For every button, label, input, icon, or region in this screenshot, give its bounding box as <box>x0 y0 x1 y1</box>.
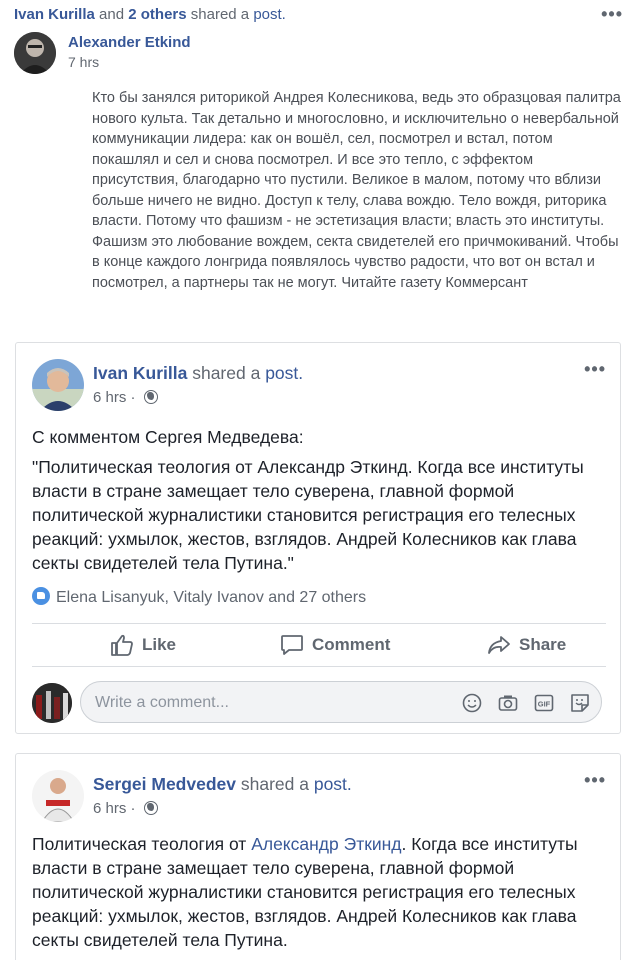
post-quote-text: "Политическая теология от Александр Этки… <box>32 457 584 573</box>
verb-text: shared a <box>192 363 261 383</box>
card-header: Ivan Kurilla shared a post. 6 hrs · ••• <box>32 359 608 411</box>
author-name-link[interactable]: Sergei Medvedev <box>93 774 236 794</box>
post-link[interactable]: post. <box>253 6 286 23</box>
comment-label: Comment <box>312 635 391 654</box>
emoji-icon[interactable] <box>461 692 483 714</box>
post-timestamp[interactable]: 7 hrs <box>68 54 99 70</box>
more-options-icon[interactable]: ••• <box>584 359 606 380</box>
post-intro-text: С комментом Сергея Медведева: <box>32 427 304 447</box>
verb-text: shared a <box>240 774 309 794</box>
comment-bubble-icon <box>281 635 303 655</box>
comment-input[interactable] <box>95 692 455 714</box>
like-reaction-icon <box>32 587 50 605</box>
reactions-text: Elena Lisanyuk, Vitaly Ivanov and 27 oth… <box>56 589 367 606</box>
comment-input-wrapper: GIF <box>80 681 602 723</box>
sticker-icon[interactable] <box>569 692 591 714</box>
outer-post-text: Кто бы занялся риторикой Андрея Колесник… <box>92 90 621 291</box>
reactions-summary[interactable]: Elena Lisanyuk, Vitaly Ivanov and 27 oth… <box>32 587 366 607</box>
avatar[interactable] <box>32 683 72 723</box>
card-header: Sergei Medvedev shared a post. 6 hrs · •… <box>32 770 608 822</box>
share-arrow-icon <box>488 636 510 654</box>
avatar[interactable] <box>14 32 56 74</box>
avatar[interactable] <box>32 770 84 822</box>
like-thumb-icon <box>111 634 133 656</box>
more-options-icon[interactable]: ••• <box>601 4 623 25</box>
text-segment: Политическая теология от <box>32 834 252 854</box>
actor-link[interactable]: Ivan Kurilla <box>14 6 95 23</box>
post-timestamp[interactable]: 6 hrs <box>93 389 126 406</box>
post-text: Политическая теология от Александр Эткин… <box>32 832 612 952</box>
share-button[interactable]: Share <box>487 624 566 666</box>
post-timestamp[interactable]: 6 hrs <box>93 800 126 817</box>
comment-button[interactable]: Comment <box>280 624 390 666</box>
author-name-link[interactable]: Ivan Kurilla <box>93 363 187 383</box>
more-options-icon[interactable]: ••• <box>584 770 606 791</box>
mention-link[interactable]: Александр Эткинд <box>251 834 401 854</box>
post-link[interactable]: post. <box>265 363 303 383</box>
shared-post-card: Sergei Medvedev shared a post. 6 hrs · •… <box>15 753 621 960</box>
connector-text: and <box>99 6 125 23</box>
outer-post-author: Alexander Etkind 7 hrs <box>14 30 624 76</box>
share-summary-bar: Ivan Kurilla and 2 others shared a post.… <box>0 0 635 30</box>
gif-icon[interactable]: GIF <box>533 692 555 714</box>
action-bar: Like Comment Share <box>32 623 606 667</box>
verb-text: shared a <box>190 6 250 23</box>
like-label: Like <box>142 635 177 654</box>
shared-post-card: Ivan Kurilla shared a post. 6 hrs · ••• … <box>15 342 621 734</box>
camera-icon[interactable] <box>497 692 519 714</box>
post-link[interactable]: post. <box>314 774 352 794</box>
share-label: Share <box>519 635 567 654</box>
like-button[interactable]: Like <box>110 624 176 666</box>
globe-icon <box>143 801 158 815</box>
author-name-link[interactable]: Alexander Etkind <box>68 34 191 51</box>
globe-icon <box>143 390 158 404</box>
svg-text:GIF: GIF <box>538 700 551 709</box>
others-link[interactable]: 2 others <box>128 6 186 23</box>
comment-composer: GIF <box>32 681 606 725</box>
avatar[interactable] <box>32 359 84 411</box>
